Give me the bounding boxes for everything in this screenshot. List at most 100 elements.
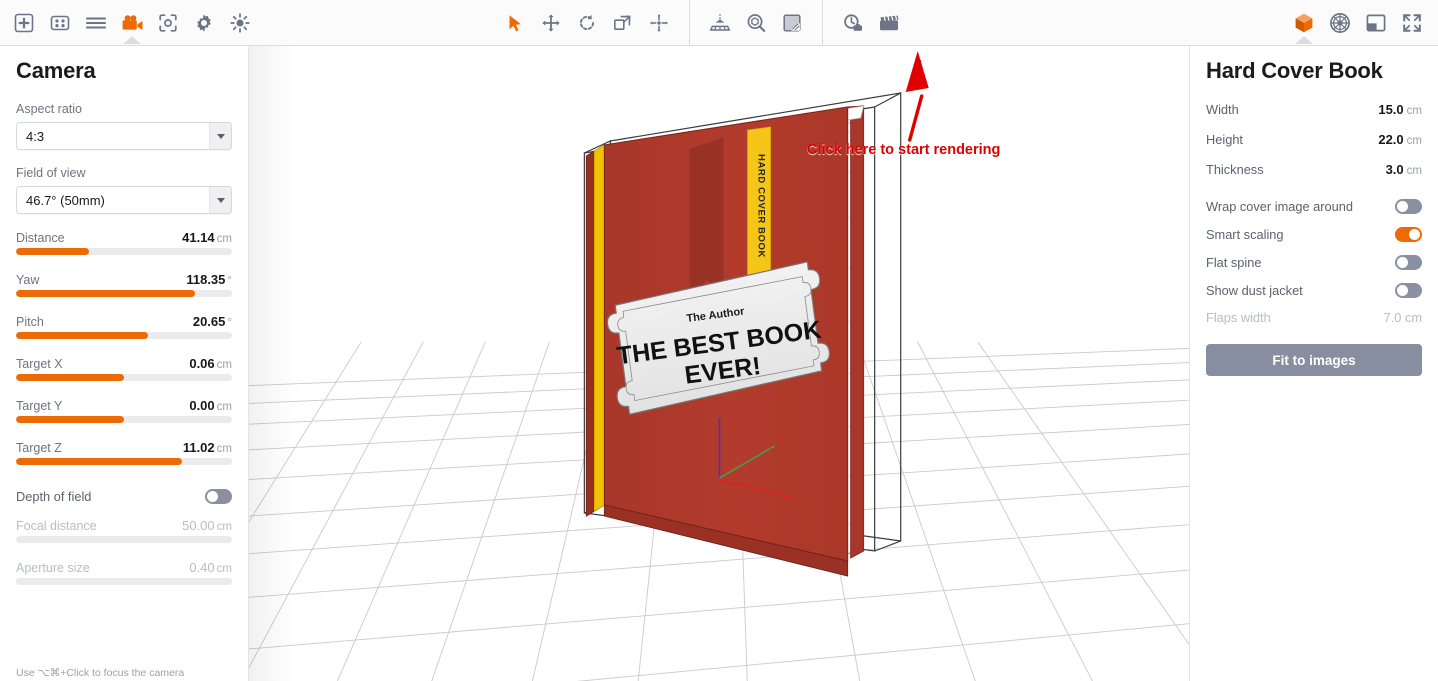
slider-pitch[interactable]: Pitch 20.65 ° [16, 314, 232, 339]
toggle-label: Flat spine [1206, 254, 1262, 270]
slider-value: 50.00 cm [182, 518, 232, 533]
toggle-switch[interactable] [1395, 226, 1422, 242]
dimension-unit: cm [1406, 105, 1422, 117]
settings-gear-icon[interactable] [186, 3, 222, 43]
rotate-icon[interactable] [569, 3, 605, 43]
chevron-down-icon [209, 187, 231, 213]
slider-track[interactable] [16, 374, 232, 381]
depth-of-field-toggle[interactable] [205, 488, 232, 504]
object-dimension-list: Width 15.0 cm Height 22.0 cm Thickness 3.0 cm [1206, 102, 1422, 192]
toggle-switch[interactable] [1395, 254, 1422, 270]
slider-track[interactable] [16, 416, 232, 423]
toolbar-center-group [497, 0, 907, 46]
slider-target-y[interactable]: Target Y 0.00 cm [16, 398, 232, 423]
environment-sphere-icon[interactable] [1322, 3, 1358, 43]
explode-icon[interactable] [641, 3, 677, 43]
shaded-view-icon[interactable] [1286, 3, 1322, 44]
inspect-object-icon[interactable] [738, 3, 774, 43]
slider-header: Yaw 118.35 ° [16, 272, 232, 287]
viewport-3d[interactable]: HARD COVER BOOK The Author THE BEST BOOK… [249, 46, 1189, 681]
material-swatch-icon[interactable] [774, 3, 810, 43]
slider-track[interactable] [16, 248, 232, 255]
move-icon[interactable] [533, 3, 569, 43]
slider-header: Target X 0.06 cm [16, 356, 232, 371]
chevron-down-icon [209, 123, 231, 149]
dimension-label: Width [1206, 102, 1239, 117]
aspect-ratio-label: Aspect ratio [16, 102, 83, 116]
dimension-unit: cm [1406, 165, 1422, 177]
toggle-label: Smart scaling [1206, 226, 1284, 242]
slider-unit: cm [216, 563, 232, 575]
toolbar-left-group [0, 0, 258, 46]
slider-fill [16, 416, 124, 423]
camera-icon[interactable] [114, 3, 150, 44]
toggle-switch[interactable] [1395, 198, 1422, 214]
slider-value: 11.02 cm [182, 440, 232, 455]
slider-header: Aperture size 0.40 cm [16, 560, 232, 575]
render-history-icon[interactable] [835, 3, 871, 43]
render-clapperboard-icon[interactable] [871, 3, 907, 43]
aspect-ratio-select[interactable]: 4:3 [16, 122, 232, 150]
scene-svg: HARD COVER BOOK The Author THE BEST BOOK… [249, 91, 1189, 681]
slider-value: 0.40 cm [189, 560, 232, 575]
toggle-row-wrap-cover-image-around: Wrap cover image around [1206, 192, 1422, 220]
scale-icon[interactable] [605, 3, 641, 43]
studio-light-icon[interactable] [702, 3, 738, 43]
aspect-ratio-value: 4:3 [26, 128, 45, 144]
panel-toggle-icon[interactable] [1358, 3, 1394, 43]
dimension-row: Thickness 3.0 cm [1206, 162, 1422, 192]
select-cursor-icon[interactable] [497, 3, 533, 43]
slider-unit: cm [216, 401, 232, 413]
dimension-value: 15.0 cm [1378, 102, 1422, 117]
app-body: Camera Aspect ratio 4:3 Field of view 46… [0, 46, 1438, 681]
slider-track[interactable] [16, 332, 232, 339]
slider-label: Target X [16, 357, 63, 371]
slider-fill [16, 248, 90, 255]
main-toolbar [0, 0, 1438, 46]
slider-track[interactable] [16, 290, 232, 297]
toolbar-divider-2 [822, 0, 823, 46]
slider-target-z[interactable]: Target Z 11.02 cm [16, 440, 232, 465]
slider-track[interactable] [16, 578, 232, 585]
dimension-value: 22.0 cm [1378, 132, 1422, 147]
camera-slider-list: Distance 41.14 cm Yaw 118.35 ° Pitch 20.65 ° Targ… [16, 230, 232, 465]
dimension-value: 3.0 cm [1385, 162, 1422, 177]
slider-track[interactable] [16, 458, 232, 465]
slider-label: Aperture size [16, 561, 90, 575]
slider-unit: cm [216, 233, 232, 245]
scene-list-icon[interactable] [78, 3, 114, 43]
fit-to-images-button[interactable]: Fit to images [1206, 344, 1422, 376]
slider-fill [16, 458, 183, 465]
focus-icon[interactable] [150, 3, 186, 43]
object-toggle-list: Wrap cover image around Smart scaling Flat… [1206, 192, 1422, 304]
slider-track[interactable] [16, 536, 232, 543]
object-library-icon[interactable] [42, 3, 78, 43]
slider-aperture-size[interactable]: Aperture size 0.40 cm [16, 560, 232, 585]
flaps-width-row: Flaps width 7.0 cm [1206, 304, 1422, 330]
slider-distance[interactable]: Distance 41.14 cm [16, 230, 232, 255]
slider-header: Distance 41.14 cm [16, 230, 232, 245]
ribbon-text: HARD COVER BOOK [756, 154, 767, 258]
dof-slider-list: Focal distance 50.00 cm Aperture size 0.40 cm [16, 518, 232, 585]
slider-label: Target Y [16, 399, 63, 413]
toggle-switch[interactable] [1395, 282, 1422, 298]
fullscreen-icon[interactable] [1394, 3, 1430, 43]
slider-unit: ° [227, 275, 232, 287]
depth-of-field-label: Depth of field [16, 488, 92, 504]
dimension-label: Thickness [1206, 162, 1264, 177]
dimension-label: Height [1206, 132, 1243, 147]
book-model: HARD COVER BOOK The Author THE BEST BOOK… [583, 91, 902, 577]
slider-label: Focal distance [16, 519, 97, 533]
slider-value: 0.06 cm [189, 356, 232, 371]
depth-of-field-row: Depth of field [16, 482, 232, 510]
slider-yaw[interactable]: Yaw 118.35 ° [16, 272, 232, 297]
slider-focal-distance[interactable]: Focal distance 50.00 cm [16, 518, 232, 543]
lighting-icon[interactable] [222, 3, 258, 43]
slider-label: Target Z [16, 441, 62, 455]
slider-unit: ° [227, 317, 232, 329]
slider-target-x[interactable]: Target X 0.06 cm [16, 356, 232, 381]
field-of-view-select[interactable]: 46.7° (50mm) [16, 186, 232, 214]
add-object-icon[interactable] [6, 3, 42, 43]
toggle-label: Show dust jacket [1206, 282, 1303, 298]
slider-header: Target Z 11.02 cm [16, 440, 232, 455]
